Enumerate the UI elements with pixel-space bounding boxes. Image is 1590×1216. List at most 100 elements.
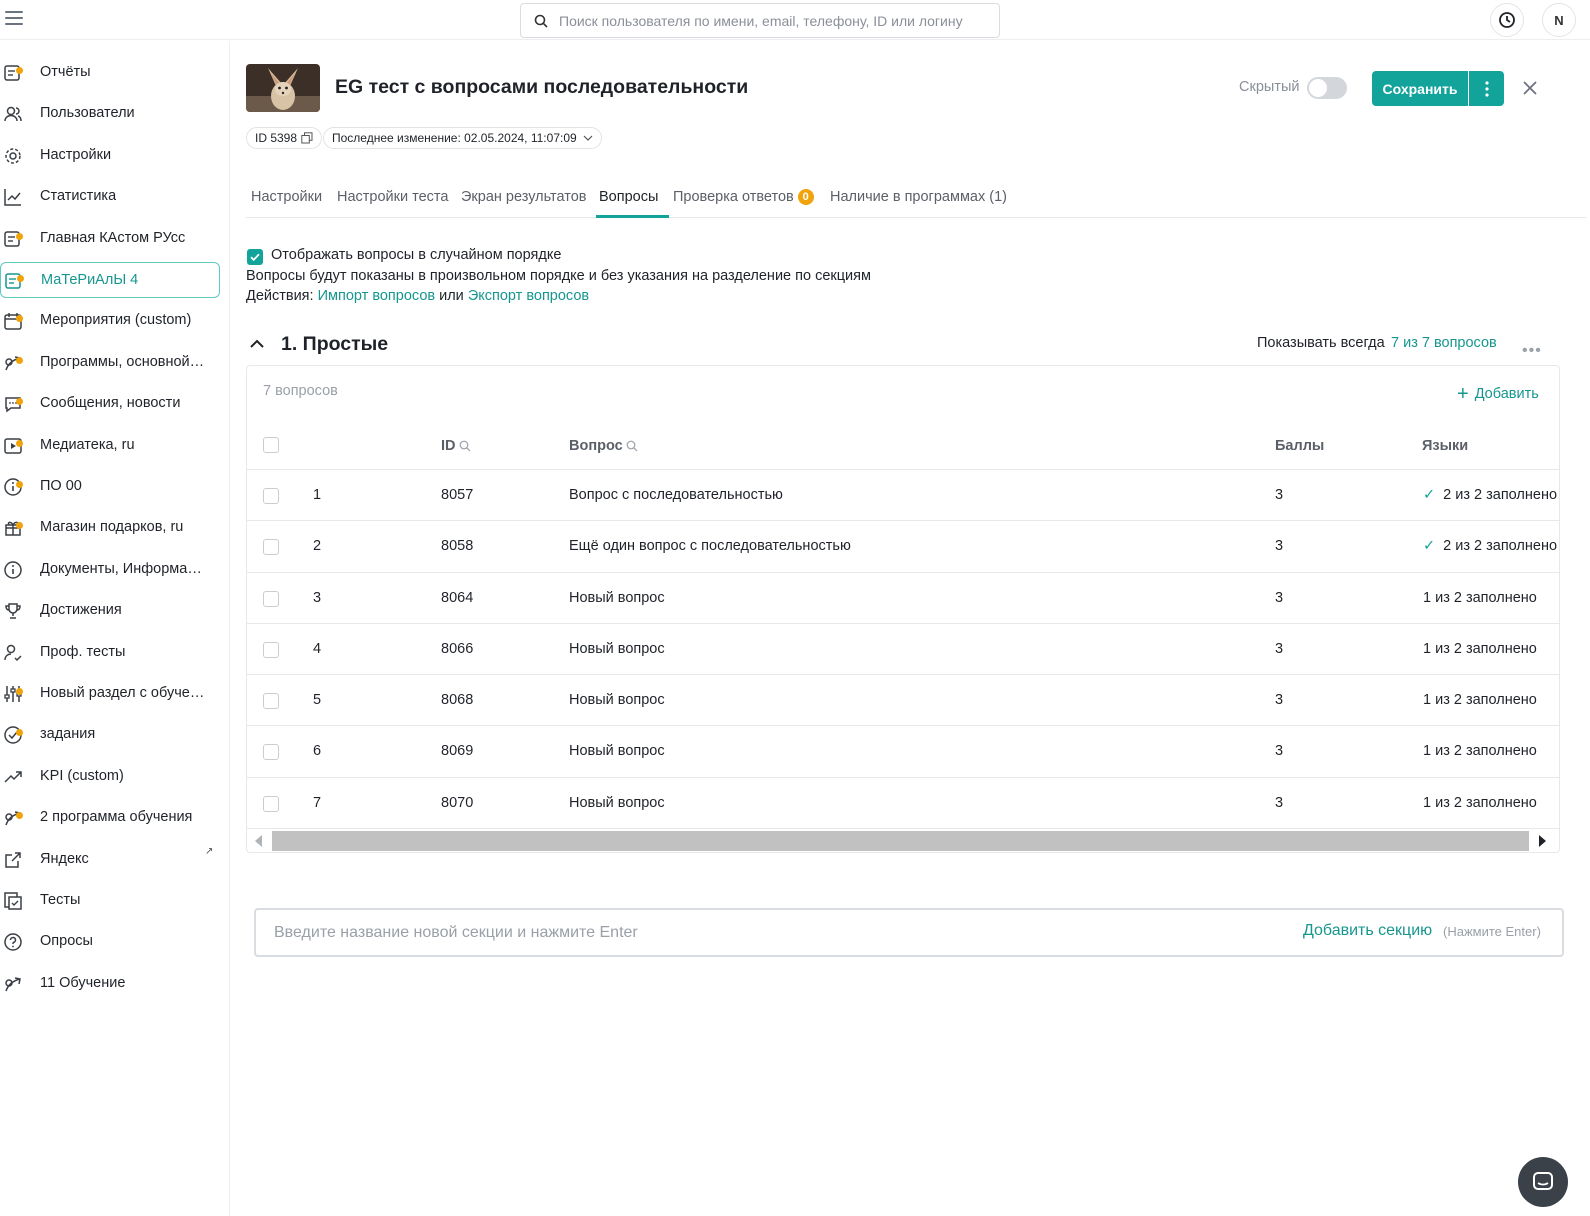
sidebar-item[interactable]: задания (0, 717, 220, 753)
new-section-field[interactable]: Добавить секцию (Нажмите Enter) (254, 908, 1564, 957)
row-checkbox[interactable] (263, 641, 279, 658)
table-row[interactable]: 3 8064 Новый вопрос 3 1 из 2 заполнено (247, 573, 1559, 624)
tab-answer-check[interactable]: Проверка ответов 0 (673, 189, 814, 205)
sidebar-item[interactable]: Мероприятия (custom) (0, 303, 220, 339)
user-search[interactable] (520, 3, 1000, 38)
sidebar-item[interactable]: Сообщения, новости (0, 386, 220, 422)
table-row[interactable]: 5 8068 Новый вопрос 3 1 из 2 заполнено (247, 675, 1559, 727)
horizontal-scrollbar[interactable] (247, 830, 1559, 852)
row-number: 7 (313, 794, 322, 811)
sidebar-item[interactable]: Статистика (0, 179, 220, 215)
sidebar-item[interactable]: 11 Обучение (0, 966, 220, 1002)
tab-in-programs[interactable]: Наличие в программах (1) (830, 189, 1007, 205)
search-icon[interactable] (626, 440, 638, 452)
question-text[interactable]: Вопрос с последовательностью (569, 487, 783, 503)
sidebar-item[interactable]: Программы, основной ... (0, 345, 220, 381)
trophy-icon (3, 601, 23, 621)
history-button[interactable] (1490, 3, 1524, 37)
question-icon (3, 932, 23, 952)
import-questions-link[interactable]: Импорт вопросов (318, 288, 436, 304)
menu-icon[interactable] (5, 11, 23, 27)
sidebar-item[interactable]: Документы, Информац... (0, 552, 220, 588)
add-question-button[interactable]: + Добавить (1457, 383, 1539, 406)
question-text[interactable]: Новый вопрос (569, 590, 665, 606)
active-tab-indicator (596, 215, 669, 218)
row-checkbox[interactable] (263, 590, 279, 607)
question-points: 3 (1275, 794, 1284, 811)
sidebar-item-label: Новый раздел с обучен... (40, 685, 205, 701)
export-questions-link[interactable]: Экспорт вопросов (468, 288, 589, 304)
languages-status-text: 1 из 2 заполнено (1423, 589, 1537, 606)
table-row[interactable]: 1 8057 Вопрос с последовательностью 3 ✓ 2 из … (247, 470, 1559, 522)
id-chip[interactable]: ID 5398 (246, 127, 323, 149)
question-text[interactable]: Новый вопрос (569, 641, 665, 657)
column-header-points[interactable]: Баллы (1275, 438, 1324, 454)
sidebar-item[interactable]: Отчёты (0, 55, 220, 91)
search-icon[interactable] (459, 440, 471, 452)
close-icon[interactable] (1521, 79, 1539, 97)
test-cover-image (246, 64, 320, 112)
support-chat-button[interactable] (1518, 1157, 1568, 1207)
scroll-left-arrow[interactable] (255, 835, 262, 847)
table-row[interactable]: 7 8070 Новый вопрос 3 1 из 2 заполнено (247, 778, 1559, 830)
top-bar: N (0, 0, 1590, 40)
sidebar-item[interactable]: Проф. тесты (0, 635, 220, 671)
question-text[interactable]: Новый вопрос (569, 795, 665, 811)
hidden-toggle[interactable] (1307, 77, 1347, 99)
table-row[interactable]: 2 8058 Ещё один вопрос с последовательност… (247, 521, 1559, 573)
sidebar: Отчёты Пользователи Настройки Статистика Гла… (0, 41, 230, 1216)
row-number: 4 (313, 640, 322, 657)
show-count-link[interactable]: 7 из 7 вопросов (1391, 335, 1497, 351)
row-checkbox[interactable] (263, 693, 279, 710)
question-text[interactable]: Ещё один вопрос с последовательностью (569, 538, 851, 554)
sidebar-item[interactable]: Новый раздел с обучен... (0, 676, 220, 712)
sidebar-item[interactable]: Яндекс ↗ (0, 842, 220, 878)
sidebar-item[interactable]: Достижения (0, 593, 220, 629)
row-checkbox[interactable] (263, 488, 279, 504)
tab-results-screen[interactable]: Экран результатов (461, 189, 587, 205)
row-checkbox[interactable] (263, 795, 279, 812)
tab-questions[interactable]: Вопросы (599, 189, 658, 205)
column-header-id[interactable]: ID (441, 438, 471, 454)
sidebar-item[interactable]: ПО 00 (0, 469, 220, 505)
column-header-question[interactable]: Вопрос (569, 438, 638, 454)
sidebar-item[interactable]: Магазин подарков, ru (0, 510, 220, 546)
tab-settings[interactable]: Настройки (251, 189, 322, 205)
sidebar-item[interactable]: Главная КАстом РУсс (0, 221, 220, 257)
random-order-checkbox[interactable] (247, 249, 263, 265)
table-row[interactable]: 6 8069 Новый вопрос 3 1 из 2 заполнено (247, 726, 1559, 778)
sidebar-item[interactable]: Тесты (0, 883, 220, 919)
column-header-languages[interactable]: Языки (1422, 438, 1468, 454)
task-icon (3, 725, 23, 745)
search-input[interactable] (559, 4, 989, 37)
hidden-label: Скрытый (1239, 79, 1300, 95)
sidebar-item[interactable]: Пользователи (0, 96, 220, 132)
select-all-checkbox[interactable] (263, 437, 279, 453)
add-section-button[interactable]: Добавить секцию (1303, 922, 1432, 940)
copy-icon[interactable] (301, 132, 313, 144)
question-text[interactable]: Новый вопрос (569, 743, 665, 759)
question-text[interactable]: Новый вопрос (569, 692, 665, 708)
question-id: 8057 (441, 487, 474, 503)
more-actions-button[interactable] (1469, 71, 1504, 106)
sidebar-item[interactable]: МаТеРиАлЫ 4 (0, 262, 220, 298)
new-section-input[interactable] (274, 910, 1274, 955)
last-modified-dropdown[interactable]: Последнее изменение: 02.05.2024, 11:07:0… (323, 127, 602, 149)
languages-status-text: 1 из 2 заполнено (1423, 640, 1537, 657)
sidebar-item[interactable]: KPI (custom) (0, 759, 220, 795)
row-checkbox[interactable] (263, 539, 279, 556)
sidebar-item[interactable]: Настройки (0, 138, 220, 174)
notification-dot (16, 67, 23, 74)
sidebar-item[interactable]: Опросы (0, 924, 220, 960)
user-avatar[interactable]: N (1542, 3, 1576, 37)
scroll-thumb[interactable] (272, 831, 1529, 851)
section-more-icon[interactable]: ••• (1522, 342, 1542, 360)
save-button[interactable]: Сохранить (1372, 71, 1468, 106)
chevron-up-icon[interactable] (249, 336, 265, 352)
tab-test-settings[interactable]: Настройки теста (337, 189, 448, 205)
sidebar-item[interactable]: 2 программа обучения (0, 800, 220, 836)
table-row[interactable]: 4 8066 Новый вопрос 3 1 из 2 заполнено (247, 624, 1559, 676)
scroll-right-arrow[interactable] (1539, 835, 1546, 847)
row-checkbox[interactable] (263, 744, 279, 761)
sidebar-item[interactable]: Медиатека, ru (0, 428, 220, 464)
